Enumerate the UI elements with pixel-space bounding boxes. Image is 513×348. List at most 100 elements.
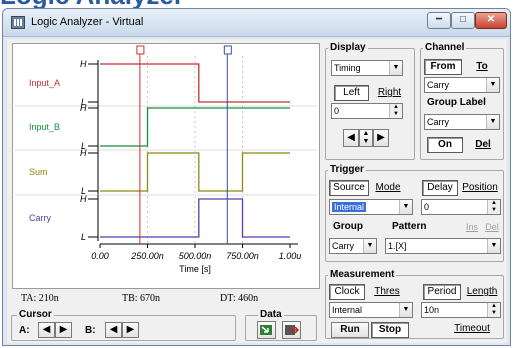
triangle-left-icon: ◀ xyxy=(347,132,355,143)
trigger-source-button[interactable]: Source xyxy=(329,180,369,196)
display-scroll-right-button[interactable]: ▶ xyxy=(373,129,389,147)
trigger-ins-button[interactable]: Ins xyxy=(462,219,482,235)
level-label-high: H xyxy=(80,59,87,69)
time-axis-label: Time [s] xyxy=(179,264,211,274)
triangle-right-icon: ▶ xyxy=(126,324,135,335)
time-tick-label: 750.00n xyxy=(226,251,259,261)
chevron-down-icon: ▼ xyxy=(487,239,500,253)
triangle-right-icon: ▶ xyxy=(377,132,385,143)
chevron-down-icon: ▼ xyxy=(389,61,402,75)
chevron-down-icon: ▼ xyxy=(399,200,412,214)
timing-plot-svg: HLInput_AHLInput_BHLSumHLCarry0.00 250.00… xyxy=(15,45,317,274)
delta-time-readout: DT: 460n xyxy=(220,293,259,304)
cursor-b-readout: TB: 670n xyxy=(122,293,161,304)
cursor-a-label: A: xyxy=(19,325,30,336)
measurement-period-spinner[interactable]: 10n ▲ ▼ xyxy=(421,302,501,318)
level-label-low: L xyxy=(81,232,86,242)
channel-value: Carry xyxy=(427,80,449,90)
measurement-period-button[interactable]: Period xyxy=(423,284,461,300)
display-zoom-button[interactable]: ▲ ▼ xyxy=(359,129,373,147)
channel-select[interactable]: Carry ▼ xyxy=(424,77,500,93)
triangle-left-icon: ◀ xyxy=(42,324,51,335)
group-label-title: Group Label xyxy=(427,97,486,108)
title-bar[interactable]: Logic Analyzer - Virtual ━ □ ✕ xyxy=(3,9,510,37)
measurement-clock-button[interactable]: Clock xyxy=(329,284,365,300)
trigger-delay-spinner[interactable]: 0 ▲ ▼ xyxy=(421,199,501,215)
spin-up-icon: ▲ xyxy=(491,303,497,309)
signal-name-label: Carry xyxy=(29,213,51,223)
maximize-button[interactable]: □ xyxy=(451,12,475,29)
measurement-group-title: Measurement xyxy=(328,269,397,280)
export-data-icon xyxy=(285,325,300,335)
time-tick-label: 500.00n xyxy=(179,251,212,261)
minimize-icon: ━ xyxy=(435,14,443,25)
data-group-title: Data xyxy=(258,309,284,320)
minimize-button[interactable]: ━ xyxy=(427,12,451,29)
background-page-strip: Logic Analyzer xyxy=(0,0,513,8)
trigger-position-button[interactable]: Position xyxy=(458,180,502,196)
trigger-pattern-value: 1.[X] xyxy=(388,241,407,251)
import-data-button[interactable] xyxy=(257,321,276,339)
export-data-button[interactable] xyxy=(282,321,301,339)
trigger-source-select[interactable]: Internal ▼ xyxy=(329,199,413,215)
measurement-length-button[interactable]: Length xyxy=(463,284,501,300)
signal-name-label: Input_A xyxy=(29,78,60,88)
stop-button[interactable]: Stop xyxy=(371,322,409,338)
cursor-b-handle xyxy=(223,45,232,55)
group-label-value: Carry xyxy=(427,117,449,127)
timeout-button[interactable]: Timeout xyxy=(447,321,497,337)
channel-del-button[interactable]: Del xyxy=(466,137,500,153)
display-mode-select[interactable]: Timing ▼ xyxy=(331,60,403,76)
maximize-icon: □ xyxy=(459,14,467,25)
measurement-clock-select[interactable]: Internal ▼ xyxy=(329,302,413,318)
spin-up-icon: ▲ xyxy=(491,200,497,206)
spin-down-icon: ▼ xyxy=(491,310,497,316)
trigger-group-label: Group xyxy=(333,221,363,232)
cursor-a-readout: TA: 210n xyxy=(21,293,59,304)
run-button[interactable]: Run xyxy=(331,322,369,338)
background-heading: Logic Analyzer xyxy=(0,0,184,8)
trigger-source-value: Internal xyxy=(332,202,367,212)
channel-from-button[interactable]: From xyxy=(424,59,462,75)
import-data-icon xyxy=(260,325,272,335)
cursor-a-handle xyxy=(136,45,145,55)
trigger-delay-value: 0 xyxy=(424,202,430,212)
measurement-thres-button[interactable]: Thres xyxy=(367,284,407,300)
channel-to-button[interactable]: To xyxy=(465,59,499,75)
cursor-a-right-button[interactable]: ▶ xyxy=(55,322,72,338)
display-value-spinner[interactable]: 0 ▲ ▼ xyxy=(331,103,403,119)
chevron-down-icon: ▼ xyxy=(399,303,412,317)
up-down-arrows-icon: ▲ ▼ xyxy=(362,130,370,145)
cursor-b-left-button[interactable]: ◀ xyxy=(105,322,122,338)
group-label-select[interactable]: Carry ▼ xyxy=(424,114,500,130)
spin-up-icon: ▲ xyxy=(393,104,399,110)
chevron-down-icon: ▼ xyxy=(363,239,376,253)
logic-analyzer-window: Logic Analyzer - Virtual ━ □ ✕ H L Input_A… xyxy=(2,8,511,346)
triangle-right-icon: ▶ xyxy=(59,324,68,335)
measurement-clock-value: Internal xyxy=(332,305,363,315)
display-left-button[interactable]: Left xyxy=(334,85,369,101)
trigger-pattern-label: Pattern xyxy=(392,221,427,232)
trigger-delay-button[interactable]: Delay xyxy=(422,180,458,196)
display-scroll-left-button[interactable]: ◀ xyxy=(343,129,359,147)
trigger-pattern-select[interactable]: 1.[X] ▼ xyxy=(385,238,501,254)
timing-diagram[interactable]: H L Input_A H L Input_B H L Sum H L Carry 0.00 250.00… xyxy=(12,43,320,289)
cursor-b-right-button[interactable]: ▶ xyxy=(122,322,139,338)
signal-name-label: Sum xyxy=(29,167,48,177)
close-button[interactable]: ✕ xyxy=(475,12,507,29)
trigger-group-select[interactable]: Carry ▼ xyxy=(329,238,377,254)
signal-name-label: Input_B xyxy=(29,122,60,132)
app-icon xyxy=(11,16,25,29)
display-right-button[interactable]: Right xyxy=(371,85,408,101)
cursor-a-left-button[interactable]: ◀ xyxy=(38,322,55,338)
time-tick-label: 0.00 xyxy=(91,251,109,261)
time-tick-label: 1.00u xyxy=(279,251,302,261)
trigger-del-button[interactable]: Del xyxy=(482,219,502,235)
trigger-mode-button[interactable]: Mode xyxy=(369,180,407,196)
display-value: 0 xyxy=(334,106,340,116)
chevron-down-icon: ▼ xyxy=(486,78,499,92)
channel-on-button[interactable]: On xyxy=(427,137,463,153)
measurement-period-value: 10n xyxy=(424,305,440,315)
client-area: H L Input_A H L Input_B H L Sum H L Carry 0.00 250.00… xyxy=(7,39,507,343)
channel-group-title: Channel xyxy=(423,42,467,53)
